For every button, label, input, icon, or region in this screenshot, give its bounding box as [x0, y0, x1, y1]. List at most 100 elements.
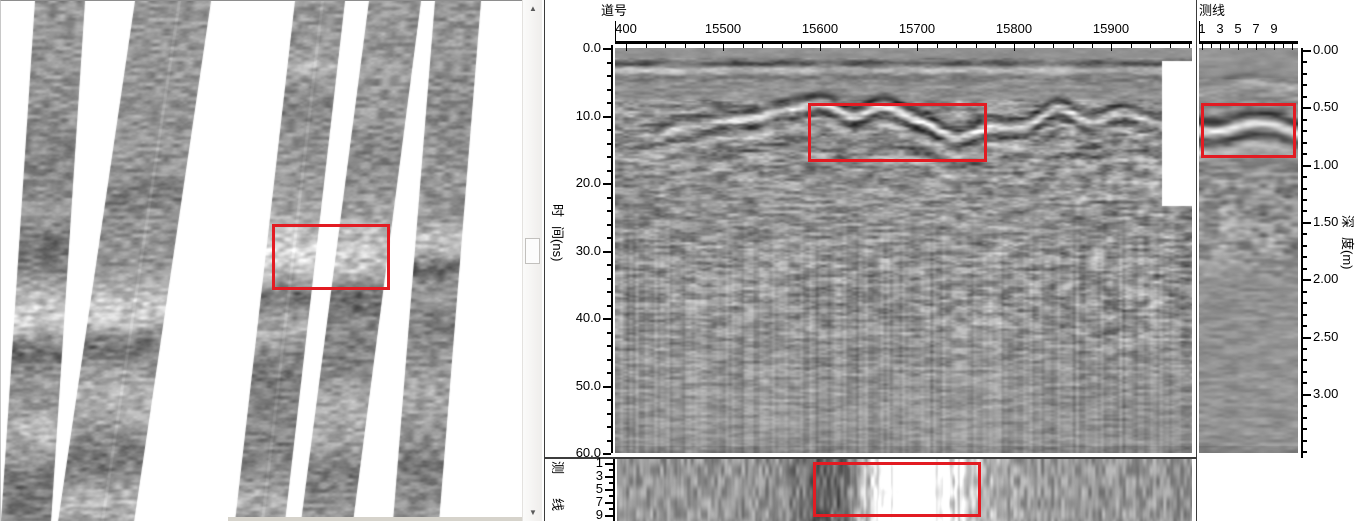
line-axis-tick [1265, 44, 1266, 48]
time-axis-tick [607, 75, 611, 77]
depth-axis-tick [1303, 119, 1307, 121]
line-axis-tick [1211, 44, 1212, 48]
time-axis-tick [607, 143, 611, 145]
time-axis-tick [603, 183, 611, 185]
time-axis-tick [607, 399, 611, 401]
time-axis-tick [607, 345, 611, 347]
time-tick-label: 40.0 [551, 311, 601, 325]
trace-tick-label: 15700 [882, 22, 952, 36]
trace-axis-tick [665, 44, 666, 48]
depth-tick-label: 3.00 [1313, 387, 1358, 401]
time-axis-tick [607, 89, 611, 91]
line-axis-tick [1274, 44, 1275, 50]
trace-axis-tick [898, 44, 899, 48]
trace-axis-line [615, 41, 1192, 44]
depth-axis-tick [1303, 50, 1311, 52]
trace-axis-tick [937, 44, 938, 48]
anomaly-highlight-crossline [1201, 103, 1296, 158]
anomaly-highlight-plan-view [272, 224, 390, 290]
trace-axis-tick [1150, 44, 1151, 48]
time-axis-tick [603, 116, 611, 118]
time-axis-tick [607, 264, 611, 266]
time-axis-tick [607, 62, 611, 64]
trace-axis-tick [1053, 44, 1054, 48]
depth-axis-tick [1303, 199, 1307, 201]
trace-axis-tick [704, 44, 705, 48]
time-axis-tick [607, 129, 611, 131]
trace-tick-label: 15600 [785, 22, 855, 36]
depth-axis-tick [1303, 153, 1307, 155]
slice-line-tick [609, 469, 613, 471]
slice-line-axis-title: 测线 [550, 461, 564, 511]
line-tick-label: 5 [1228, 22, 1248, 36]
slice-line-tick [609, 482, 613, 484]
vertical-scrollbar[interactable]: ▲ ▼ [522, 0, 542, 521]
depth-axis-tick [1303, 417, 1307, 419]
slice-line-axis-line [613, 459, 615, 521]
depth-tick-label: 1.00 [1313, 158, 1358, 172]
trace-axis-tick [879, 44, 880, 48]
depth-axis-line [1301, 48, 1303, 458]
trace-axis-tick [723, 44, 724, 51]
depth-axis-tick [1303, 371, 1307, 373]
slice-line-tick [605, 476, 613, 478]
trace-tick-label: 400 [591, 22, 661, 36]
line-tick-label: 1 [1192, 22, 1212, 36]
trace-axis-tick [1111, 44, 1112, 51]
depth-axis-tick [1303, 325, 1307, 327]
depth-axis-tick [1303, 107, 1311, 109]
time-axis-tick [607, 237, 611, 239]
time-tick-label: 10.0 [551, 109, 601, 123]
slice-line-tick [605, 489, 613, 491]
line-tick-label: 9 [1264, 22, 1284, 36]
depth-axis-tick [1303, 176, 1307, 178]
time-axis-tick [607, 305, 611, 307]
trace-tick-label: 15900 [1076, 22, 1146, 36]
slice-line-tick [605, 463, 613, 465]
plan-view-strips-canvas[interactable] [1, 1, 523, 521]
time-axis-tick [607, 224, 611, 226]
trace-axis-tick [1092, 44, 1093, 48]
time-axis-tick [607, 102, 611, 104]
trace-axis-tick [626, 44, 627, 51]
pane-divider-right [1196, 0, 1197, 521]
depth-axis-tick [1303, 279, 1311, 281]
depth-axis-tick [1303, 314, 1307, 316]
depth-axis-tick [1303, 96, 1307, 98]
line-axis-tick [1202, 44, 1203, 50]
depth-axis-tick [1303, 440, 1307, 442]
depth-axis-tick [1303, 245, 1307, 247]
time-axis-tick [603, 251, 611, 253]
time-axis-tick [607, 210, 611, 212]
depth-axis-tick [1303, 73, 1307, 75]
slice-line-tick [605, 502, 613, 504]
scroll-up-button[interactable]: ▲ [523, 0, 543, 17]
slice-line-tick [609, 508, 613, 510]
slice-line-tick [605, 515, 613, 517]
gpr-viewer-window: ▲ ▼ 道号 测线 时间(ns) 深度(m) 测线 40015500156001… [0, 0, 1358, 521]
left-horizontal-scrollbar[interactable] [228, 517, 522, 521]
line-axis-tick [1292, 44, 1293, 50]
depth-axis-tick [1303, 188, 1307, 190]
pane-divider-horizontal [545, 457, 1196, 459]
time-axis-tick [607, 291, 611, 293]
depth-axis-tick [1303, 359, 1307, 361]
trace-axis-tick [743, 44, 744, 48]
depth-axis-tick [1303, 210, 1307, 212]
trace-axis-tick [859, 44, 860, 48]
trace-axis-tick [1189, 44, 1190, 48]
line-axis-tick [1283, 44, 1284, 48]
depth-axis-tick [1303, 130, 1307, 132]
line-axis-tick [1229, 44, 1230, 48]
anomaly-highlight-radargram [808, 103, 987, 162]
pane-divider-left [544, 0, 545, 521]
trace-axis-tick [956, 44, 957, 48]
depth-axis-tick [1303, 165, 1311, 167]
scrollbar-thumb[interactable] [525, 238, 540, 264]
trace-axis-tick [840, 44, 841, 48]
scroll-down-button[interactable]: ▼ [523, 504, 543, 521]
time-tick-label: 20.0 [551, 176, 601, 190]
depth-axis-tick [1303, 337, 1311, 339]
time-axis-tick [607, 359, 611, 361]
line-tick-label: 3 [1210, 22, 1230, 36]
